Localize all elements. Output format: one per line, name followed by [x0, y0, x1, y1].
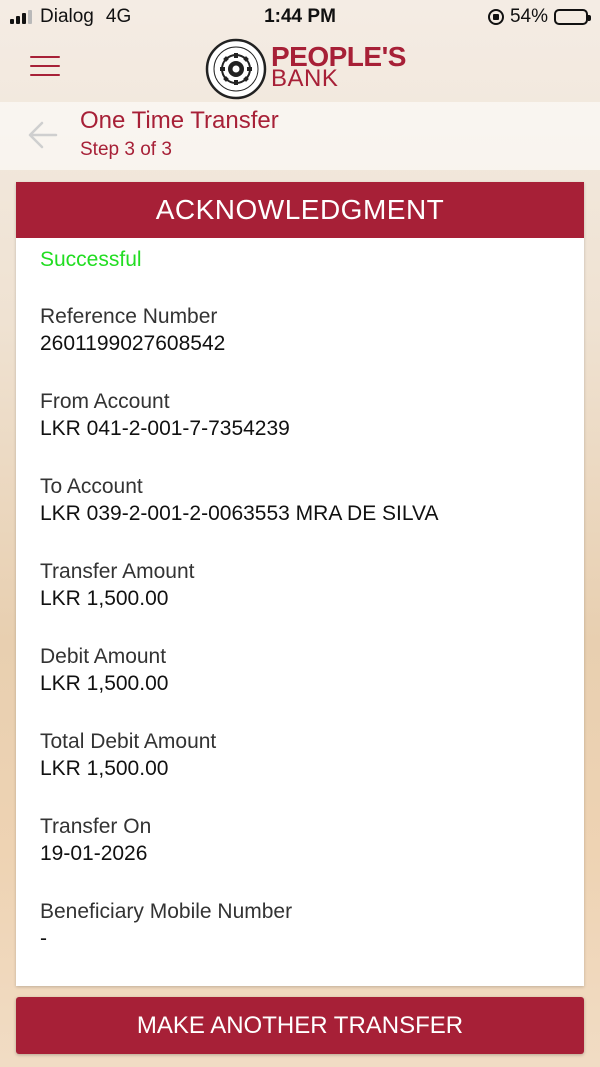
arrow-left-icon[interactable] — [26, 118, 60, 152]
field-label: Reference Number — [40, 305, 218, 328]
field-value: 2601199027608542 — [40, 332, 226, 355]
field-label: Beneficiary Mobile Number — [40, 900, 293, 923]
field-total-debit-amount: Total Debit Amount LKR 1,500.00 — [40, 728, 216, 783]
field-to-account: To Account LKR 039-2-001-2-0063553 MRA D… — [40, 473, 438, 528]
status-right: 54% — [487, 6, 591, 28]
field-value: LKR 1,500.00 — [40, 757, 169, 780]
card-heading: ACKNOWLEDGMENT — [16, 182, 584, 238]
logo-wordmark: PEOPLE'S BANK — [271, 43, 406, 91]
rotation-lock-icon — [487, 9, 504, 25]
field-value: - — [40, 927, 47, 950]
field-from-account: From Account LKR 041-2-001-7-7354239 — [40, 388, 290, 443]
step-indicator: Step 3 of 3 — [80, 139, 172, 160]
peoples-bank-logo: PEOPLE'S BANK — [205, 38, 406, 100]
make-another-transfer-button[interactable]: MAKE ANOTHER TRANSFER — [16, 997, 584, 1054]
page-title: One Time Transfer — [80, 107, 279, 134]
field-transfer-amount: Transfer Amount LKR 1,500.00 — [40, 558, 194, 613]
bank-seal-icon — [205, 38, 267, 100]
acknowledgment-card: ACKNOWLEDGMENT Successful Reference Numb… — [16, 182, 584, 986]
field-label: Transfer Amount — [40, 560, 195, 583]
field-beneficiary-mobile: Beneficiary Mobile Number - — [40, 898, 292, 953]
field-label: To Account — [40, 475, 143, 498]
field-value: LKR 041-2-001-7-7354239 — [40, 417, 290, 440]
field-transfer-on: Transfer On 19-01-2026 — [40, 813, 151, 868]
battery-percent: 54% — [509, 6, 548, 27]
field-value: LKR 039-2-001-2-0063553 MRA DE SILVA — [40, 502, 439, 525]
field-value: LKR 1,500.00 — [40, 587, 169, 610]
field-label: From Account — [40, 390, 170, 413]
field-value: LKR 1,500.00 — [40, 672, 169, 695]
app-header: PEOPLE'S BANK — [0, 34, 600, 102]
battery-icon — [554, 9, 591, 25]
field-label: Transfer On — [40, 815, 152, 838]
status-bar: Dialog 4G 1:44 PM 54% — [0, 0, 600, 34]
field-debit-amount: Debit Amount LKR 1,500.00 — [40, 643, 168, 698]
page-subheader: One Time Transfer Step 3 of 3 — [0, 102, 600, 170]
field-label: Debit Amount — [40, 645, 167, 668]
field-reference-number: Reference Number 2601199027608542 — [40, 303, 225, 358]
field-label: Total Debit Amount — [40, 730, 217, 753]
hamburger-menu-icon[interactable] — [30, 56, 60, 78]
field-value: 19-01-2026 — [40, 842, 148, 865]
transfer-status: Successful — [40, 248, 142, 271]
